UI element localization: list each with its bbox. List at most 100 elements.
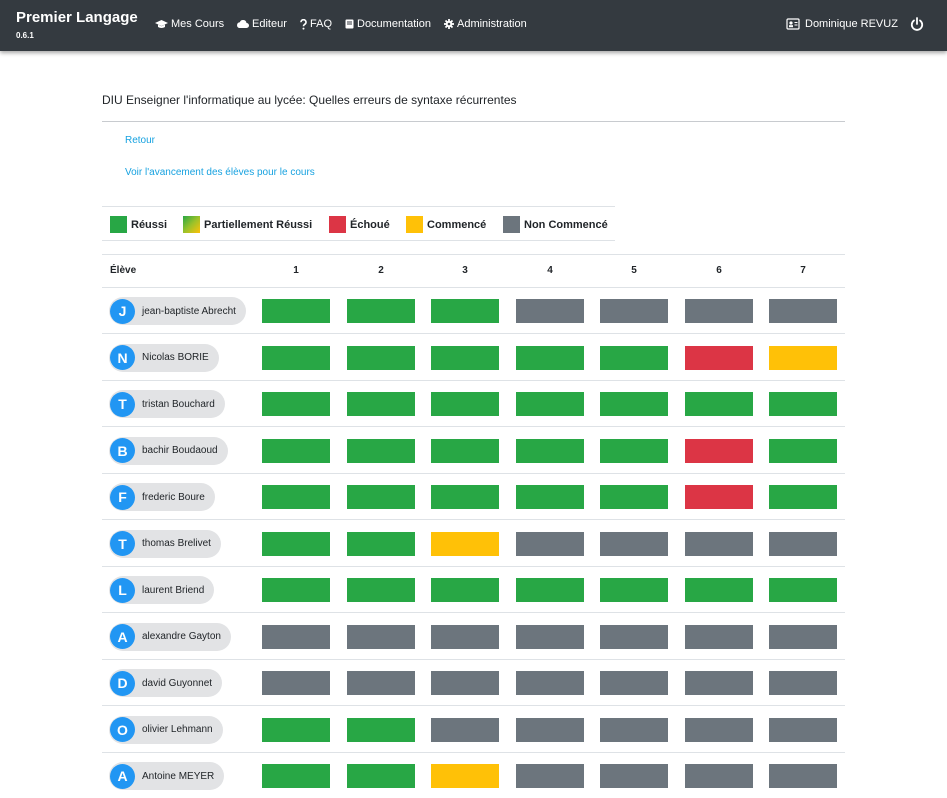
progress-cell-not-started[interactable]: [262, 671, 330, 695]
progress-cell-not-started[interactable]: [516, 764, 584, 788]
progress-cell-not-started[interactable]: [769, 764, 837, 788]
progress-cell-success[interactable]: [262, 392, 330, 416]
progress-cell-not-started[interactable]: [769, 671, 837, 695]
progress-cell-success[interactable]: [769, 438, 837, 463]
progress-cell-success[interactable]: [600, 392, 668, 416]
progress-cell-not-started[interactable]: [431, 624, 499, 649]
progress-cell-success[interactable]: [347, 392, 415, 416]
progress-cell-success[interactable]: [431, 578, 499, 602]
progress-cell-success[interactable]: [516, 578, 584, 602]
progress-cell-success[interactable]: [262, 717, 330, 742]
progress-cell-not-started[interactable]: [347, 671, 415, 695]
progress-cell-success[interactable]: [431, 392, 499, 416]
nav-documentation[interactable]: Documentation: [345, 18, 431, 30]
progress-cell-not-started[interactable]: [769, 531, 837, 556]
progress-cell-started[interactable]: [431, 764, 499, 788]
student-chip[interactable]: Jjean-baptiste Abrecht: [109, 297, 246, 325]
progress-cell-success[interactable]: [347, 764, 415, 788]
progress-cell-failed[interactable]: [685, 345, 753, 370]
progress-cell-success[interactable]: [262, 764, 330, 788]
progress-cell-success[interactable]: [262, 531, 330, 556]
progress-cell-not-started[interactable]: [516, 299, 584, 323]
progress-cell-success[interactable]: [516, 392, 584, 416]
progress-cell-not-started[interactable]: [685, 624, 753, 649]
progress-cell-success[interactable]: [600, 438, 668, 463]
progress-cell-not-started[interactable]: [600, 624, 668, 649]
progress-cell-failed[interactable]: [685, 438, 753, 463]
progress-cell-success[interactable]: [685, 392, 753, 416]
progress-cell-not-started[interactable]: [347, 624, 415, 649]
progress-cell-not-started[interactable]: [516, 671, 584, 695]
progress-cell-success[interactable]: [769, 392, 837, 416]
brand-title[interactable]: Premier Langage: [16, 9, 138, 26]
progress-cell-not-started[interactable]: [431, 671, 499, 695]
progress-cell-not-started[interactable]: [769, 299, 837, 323]
progress-cell-not-started[interactable]: [769, 624, 837, 649]
progress-cell-success[interactable]: [347, 717, 415, 742]
student-chip[interactable]: Bbachir Boudaoud: [109, 436, 228, 465]
student-chip[interactable]: Tthomas Brelivet: [109, 529, 221, 558]
nav-faq[interactable]: FAQ: [300, 18, 332, 30]
progress-cell-not-started[interactable]: [685, 299, 753, 323]
back-link[interactable]: Retour: [125, 135, 155, 146]
progress-cell-not-started[interactable]: [600, 717, 668, 742]
progress-cell-success[interactable]: [262, 578, 330, 602]
progress-cell-success[interactable]: [262, 299, 330, 323]
user-menu[interactable]: Dominique REVUZ: [786, 18, 898, 30]
progress-cell-success[interactable]: [431, 485, 499, 509]
progress-cell-success[interactable]: [685, 578, 753, 602]
progress-cell-success[interactable]: [600, 485, 668, 509]
progress-cell-not-started[interactable]: [685, 671, 753, 695]
avatar: B: [110, 438, 135, 463]
progress-cell-success[interactable]: [262, 485, 330, 509]
progress-cell-success[interactable]: [431, 438, 499, 463]
progress-cell-started[interactable]: [769, 345, 837, 370]
nav-administration[interactable]: Administration: [444, 18, 527, 30]
progress-cell-success[interactable]: [600, 345, 668, 370]
progress-cell-failed[interactable]: [685, 485, 753, 509]
nav-editeur[interactable]: Editeur: [236, 18, 287, 30]
progress-cell-not-started[interactable]: [516, 624, 584, 649]
progress-cell-success[interactable]: [516, 345, 584, 370]
progress-cell-not-started[interactable]: [769, 717, 837, 742]
progress-cell-success[interactable]: [516, 438, 584, 463]
progress-cell-not-started[interactable]: [685, 531, 753, 556]
progress-cell-not-started[interactable]: [685, 717, 753, 742]
progress-cell-not-started[interactable]: [600, 299, 668, 323]
progress-cell-success[interactable]: [600, 578, 668, 602]
progress-cell-started[interactable]: [431, 531, 499, 556]
progress-cell-not-started[interactable]: [516, 717, 584, 742]
progress-cell-success[interactable]: [262, 345, 330, 370]
student-chip[interactable]: Ffrederic Boure: [109, 483, 215, 511]
progress-cell-success[interactable]: [347, 531, 415, 556]
progress-cell-success[interactable]: [769, 485, 837, 509]
progress-cell-not-started[interactable]: [431, 717, 499, 742]
nav-mes-cours[interactable]: Mes Cours: [155, 18, 224, 30]
progress-cell-success[interactable]: [347, 485, 415, 509]
student-chip[interactable]: Ddavid Guyonnet: [109, 669, 223, 697]
progress-cell-not-started[interactable]: [600, 671, 668, 695]
progress-cell-success[interactable]: [769, 578, 837, 602]
table-row: Llaurent Briend: [102, 567, 845, 613]
progress-cell-success[interactable]: [347, 438, 415, 463]
progress-cell-not-started[interactable]: [600, 531, 668, 556]
student-chip[interactable]: Llaurent Briend: [109, 576, 215, 604]
progress-cell-not-started[interactable]: [262, 624, 330, 649]
student-chip[interactable]: Oolivier Lehmann: [109, 715, 223, 744]
progress-cell-success[interactable]: [347, 345, 415, 370]
progress-cell-success[interactable]: [347, 299, 415, 323]
student-chip[interactable]: A Antoine MEYER: [109, 762, 225, 790]
progress-cell-success[interactable]: [431, 345, 499, 370]
student-chip[interactable]: Ttristan Bouchard: [109, 390, 225, 418]
logout-button[interactable]: [910, 17, 924, 37]
progress-cell-not-started[interactable]: [600, 764, 668, 788]
progress-cell-not-started[interactable]: [516, 531, 584, 556]
progress-cell-success[interactable]: [262, 438, 330, 463]
course-progress-link[interactable]: Voir l'avancement des élèves pour le cou…: [125, 167, 315, 178]
progress-cell-success[interactable]: [516, 485, 584, 509]
student-chip[interactable]: N Nicolas BORIE: [109, 343, 219, 372]
progress-cell-success[interactable]: [347, 578, 415, 602]
progress-cell-success[interactable]: [431, 299, 499, 323]
student-chip[interactable]: Aalexandre Gayton: [109, 622, 231, 651]
progress-cell-not-started[interactable]: [685, 764, 753, 788]
